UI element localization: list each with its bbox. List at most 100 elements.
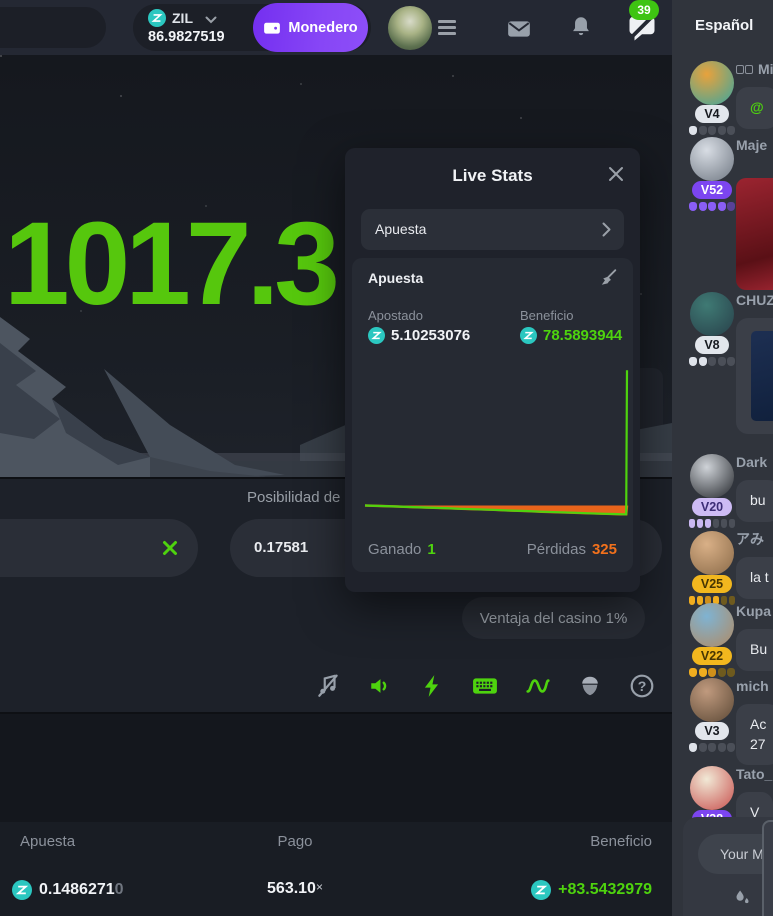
gem-row — [689, 357, 735, 366]
chat-username[interactable]: Dark — [736, 453, 773, 471]
zil-coin-icon — [520, 327, 537, 344]
profit-label: Beneficio — [520, 308, 573, 323]
chat-username[interactable]: Kupa — [736, 602, 773, 620]
chat-username[interactable]: Maje — [736, 136, 773, 154]
payout-column-header: Pago — [230, 833, 360, 850]
gem-row — [689, 743, 735, 752]
bell-icon[interactable] — [568, 14, 594, 40]
menu-icon[interactable] — [438, 20, 456, 36]
wagered-value: 5.10253076 — [368, 327, 470, 344]
app-window: 1017.3 Posibilidad de 0.17581 Ventaja de… — [0, 0, 773, 916]
vip-level-badge: V25 — [692, 575, 732, 593]
user-avatar[interactable] — [690, 454, 734, 498]
mail-icon[interactable] — [506, 16, 532, 42]
vip-level-badge: V8 — [695, 336, 728, 354]
live-stats-chart — [362, 358, 630, 528]
chat-username[interactable]: CHUZ — [736, 291, 773, 309]
fast-bet-icon[interactable] — [420, 673, 446, 699]
profit-value: +83.5432979 — [531, 880, 652, 900]
currency-code: ZIL — [172, 10, 193, 26]
vip-level-badge: V4 — [695, 105, 728, 123]
chevron-down-icon — [205, 16, 217, 24]
user-avatar[interactable] — [690, 603, 734, 647]
lower-spacer — [0, 714, 672, 822]
hotkeys-icon[interactable] — [472, 673, 498, 699]
topbar-left-stub — [0, 7, 106, 48]
chat-username[interactable]: Mi — [736, 60, 773, 78]
language-selector[interactable]: Español — [695, 17, 753, 34]
vip-level-badge: V22 — [692, 647, 732, 665]
svg-text:?: ? — [638, 678, 647, 694]
help-icon[interactable]: ? — [629, 673, 655, 699]
vip-level-badge: V3 — [695, 722, 728, 740]
topbar: ZIL 86.9827519 Monedero 39 — [0, 0, 672, 55]
chat-input-panel: Your Me — [683, 817, 773, 916]
user-avatar[interactable] — [690, 292, 734, 336]
payout-multiplier-value: 563.10× — [230, 880, 360, 898]
game-result-multiplier: 1017.3 — [4, 196, 335, 332]
chat-text-message: @ — [736, 87, 773, 129]
house-edge-button[interactable]: Ventaja del casino 1% — [462, 597, 645, 639]
rain-icon[interactable] — [733, 888, 753, 908]
side-overlay-panel-edge — [762, 820, 773, 916]
profit-column-header: Beneficio — [590, 833, 652, 850]
gem-row — [689, 519, 735, 528]
chat-image-message[interactable] — [736, 178, 773, 290]
chat-image — [751, 331, 773, 421]
chat-username[interactable]: mich — [736, 677, 773, 695]
user-avatar[interactable] — [690, 678, 734, 722]
notifications-badge: 39 — [629, 0, 659, 20]
stats-filter-label: Apuesta — [375, 221, 426, 237]
chat-username[interactable]: アみ — [736, 530, 773, 548]
bet-amount-value: 0.14862710 — [12, 880, 124, 900]
chat-text-message: Ac27 — [736, 704, 773, 765]
wagered-label: Apostado — [368, 308, 423, 323]
profit-stat-value: 78.5893944 — [520, 327, 622, 344]
bet-column-header: Apuesta — [20, 833, 75, 850]
stars-decoration — [0, 55, 2, 57]
chevron-right-icon — [602, 222, 611, 237]
target-multiplier-input[interactable] — [0, 519, 198, 577]
chat-text-message: la t — [736, 557, 773, 599]
chat-image-message[interactable] — [736, 318, 773, 434]
vip-level-badge: V52 — [692, 181, 732, 199]
music-off-icon[interactable] — [315, 673, 341, 699]
chat-sidebar: Español V4 Mi @ V52 Maje V8 CHUZ V20 Dark bu V25 アみ… — [672, 0, 773, 916]
sound-icon[interactable] — [368, 673, 394, 699]
zil-coin-icon — [12, 880, 32, 900]
seed-icon[interactable] — [577, 673, 603, 699]
user-avatar[interactable] — [388, 6, 432, 50]
user-avatar[interactable] — [690, 137, 734, 181]
wins-counter: Ganado1 — [368, 541, 436, 558]
live-stats-title: Live Stats — [345, 166, 640, 186]
user-avatar[interactable] — [690, 531, 734, 575]
wallet-button[interactable]: Monedero — [253, 3, 368, 52]
stats-filter-dropdown[interactable]: Apuesta — [361, 209, 624, 250]
wallet-icon — [263, 19, 281, 37]
zil-coin-icon — [148, 9, 166, 27]
losses-counter: Pérdidas325 — [527, 541, 617, 558]
chat-text-message: bu — [736, 480, 773, 522]
user-avatar[interactable] — [690, 61, 734, 105]
gem-row — [689, 668, 735, 677]
user-avatar[interactable] — [690, 766, 734, 810]
chat-text-message: Bu — [736, 629, 773, 671]
chat-username[interactable]: Tato_ — [736, 765, 773, 783]
zil-coin-icon — [531, 880, 551, 900]
win-chance-label: Posibilidad de — [247, 489, 340, 506]
vip-level-badge: V20 — [692, 498, 732, 516]
clear-x-icon[interactable] — [162, 540, 178, 556]
goggles-icon — [736, 65, 753, 74]
stats-footer: Ganado1 Pérdidas325 — [368, 541, 617, 558]
stats-card: Apuesta Apostado 5.10253076 Beneficio 78… — [352, 258, 633, 572]
broom-icon[interactable] — [597, 267, 619, 289]
close-icon[interactable] — [608, 166, 624, 182]
balance-value: 86.9827519 — [148, 29, 225, 45]
gem-row — [689, 126, 735, 135]
stats-section-title: Apuesta — [368, 270, 423, 286]
live-stats-panel: Live Stats Apuesta Apuesta Apostado 5.10… — [345, 148, 640, 592]
zil-coin-icon — [368, 327, 385, 344]
gem-row — [689, 202, 735, 211]
last-bet-results-bar: Apuesta Pago Beneficio 0.14862710 563.10… — [0, 822, 672, 916]
live-stats-icon[interactable] — [525, 673, 551, 699]
